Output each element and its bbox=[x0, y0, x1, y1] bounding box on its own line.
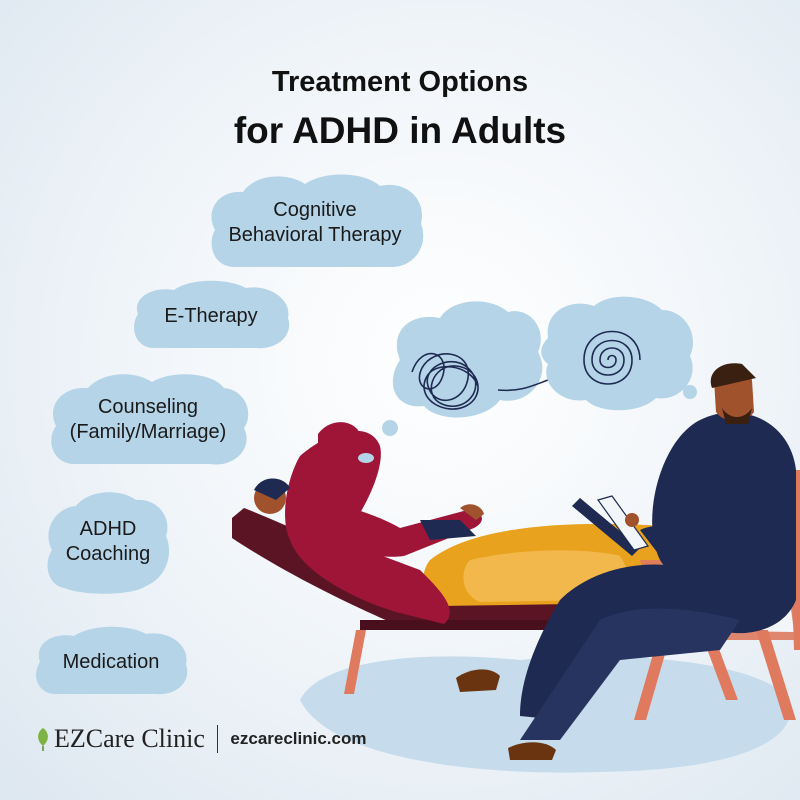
leaf-icon bbox=[38, 728, 48, 751]
spiral-thought-icon bbox=[541, 296, 697, 411]
scribble-thought-icon bbox=[357, 301, 543, 465]
brand-logo: EZCare Clinic bbox=[34, 724, 205, 754]
treatment-bubble-medication: Medication bbox=[32, 626, 190, 698]
treatment-label-etherapy: E-Therapy bbox=[164, 304, 258, 327]
treatment-bubble-counseling: Counseling (Family/Marriage) bbox=[46, 370, 250, 470]
footer-divider bbox=[216, 725, 219, 753]
brand-name: EZCare Clinic bbox=[54, 724, 205, 753]
footer: EZCare Clinic ezcareclinic.com bbox=[34, 724, 366, 754]
treatment-bubble-coaching: ADHD Coaching bbox=[44, 488, 172, 596]
treatment-label-counseling: Counseling (Family/Marriage) bbox=[69, 396, 227, 443]
treatment-label-cbt: Cognitive Behavioral Therapy bbox=[228, 199, 402, 246]
treatment-bubble-cbt: Cognitive Behavioral Therapy bbox=[205, 172, 425, 274]
treatment-label-coaching: ADHD Coaching bbox=[65, 518, 151, 565]
treatment-label-medication: Medication bbox=[62, 650, 160, 673]
treatment-bubble-etherapy: E-Therapy bbox=[130, 280, 292, 352]
website-url[interactable]: ezcareclinic.com bbox=[230, 729, 366, 749]
infographic: Treatment Options for ADHD in Adults Cog… bbox=[0, 0, 800, 800]
